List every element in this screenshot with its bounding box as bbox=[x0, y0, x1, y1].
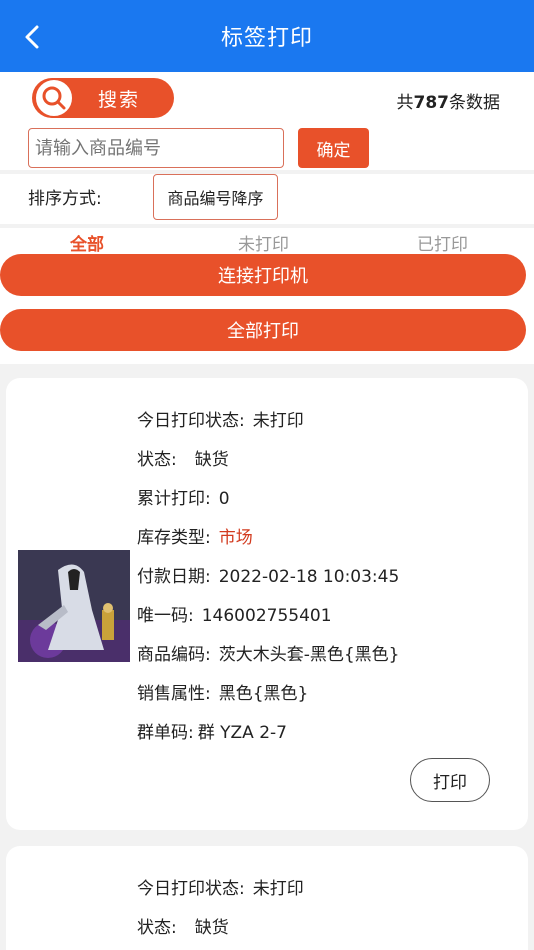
tab-unprinted[interactable]: 未打印 bbox=[238, 230, 289, 255]
print-status-row: 今日打印状态: 未打印 bbox=[137, 411, 304, 431]
search-icon bbox=[34, 78, 74, 118]
top-bar: 标签打印 bbox=[0, 0, 534, 72]
unique-code-row: 唯一码: 146002755401 bbox=[137, 606, 332, 626]
print-all-button[interactable]: 全部打印 bbox=[0, 309, 526, 351]
sort-select[interactable]: 商品编号降序 bbox=[153, 174, 278, 220]
product-image bbox=[18, 550, 130, 662]
stock-status-row: 状态: 缺货 bbox=[137, 918, 229, 938]
sort-label: 排序方式: bbox=[28, 189, 102, 209]
print-status-row: 今日打印状态: 未打印 bbox=[137, 879, 304, 899]
product-code-row: 商品编码: 茨大木头套-黑色{黑色} bbox=[137, 645, 400, 665]
group-code-row: 群单码: 群 YZA 2-7 bbox=[137, 723, 287, 743]
total-prints-row: 累计打印: 0 bbox=[137, 489, 230, 509]
connect-printer-button[interactable]: 连接打印机 bbox=[0, 254, 526, 296]
page-title: 标签打印 bbox=[220, 26, 313, 51]
product-code-input[interactable] bbox=[28, 128, 284, 168]
back-arrow-icon[interactable] bbox=[20, 24, 46, 50]
payment-date-row: 付款日期: 2022-02-18 10:03:45 bbox=[137, 567, 400, 587]
search-button-label: 搜索 bbox=[98, 88, 141, 111]
inventory-type-row: 库存类型: 市场 bbox=[137, 528, 253, 548]
confirm-button[interactable]: 确定 bbox=[298, 128, 369, 168]
search-button[interactable]: 搜索 bbox=[32, 78, 174, 118]
order-card: 今日打印状态: 未打印 状态: 缺货 累计打印: 0 库存类型: 市场 付款日期: 202… bbox=[6, 378, 528, 830]
tab-printed[interactable]: 已打印 bbox=[417, 230, 468, 255]
print-button[interactable]: 打印 bbox=[410, 758, 490, 802]
order-card: 今日打印状态: 未打印 状态: 缺货 bbox=[6, 846, 528, 950]
tab-all[interactable]: 全部 bbox=[70, 230, 104, 255]
filter-actions-panel: 全部 未打印 已打印 连接打印机 全部打印 bbox=[0, 228, 534, 364]
search-panel: 搜索 共787条数据 确定 bbox=[0, 72, 534, 170]
record-count: 共787条数据 bbox=[396, 93, 501, 113]
stock-status-row: 状态: 缺货 bbox=[137, 450, 229, 470]
sort-panel: 排序方式: 商品编号降序 bbox=[0, 174, 534, 224]
sales-attribute-row: 销售属性: 黑色{黑色} bbox=[137, 684, 309, 704]
